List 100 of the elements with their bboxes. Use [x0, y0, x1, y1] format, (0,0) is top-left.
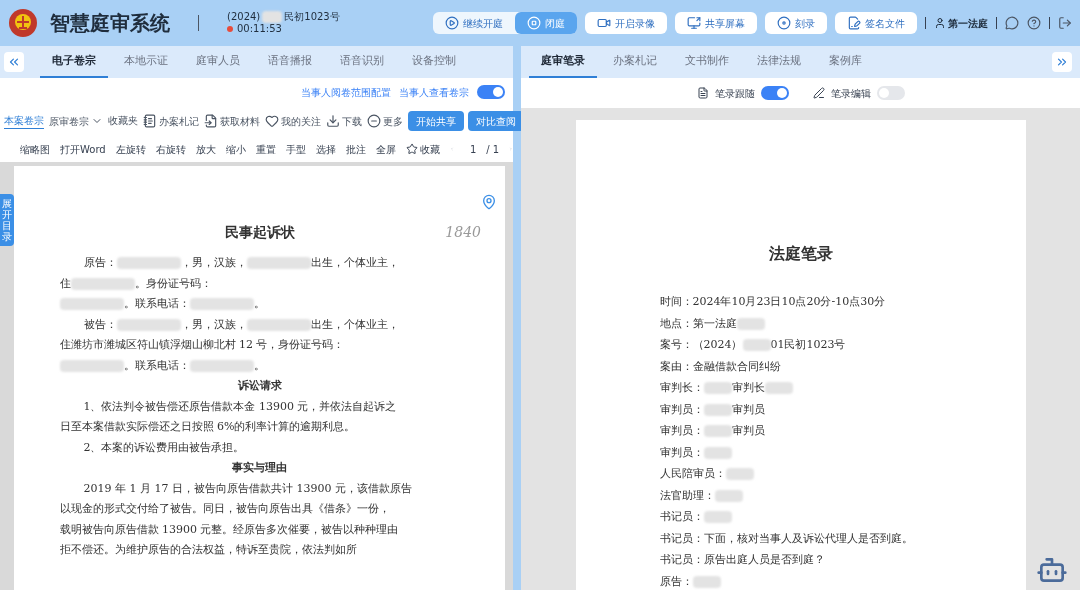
- record-text: 法官助理：: [659, 487, 715, 504]
- case-number-prefix: (2024): [227, 10, 261, 23]
- app-title: 智慧庭审系统: [50, 10, 170, 37]
- toolbar-button[interactable]: 开启录像: [585, 12, 667, 34]
- court-emblem-icon: [8, 8, 38, 38]
- document-text: 诉讼请求: [237, 378, 282, 394]
- record-toggle[interactable]: [760, 86, 789, 100]
- viewer-tool[interactable]: 左旋转: [115, 141, 146, 157]
- record-text: 审判长: [731, 380, 765, 396]
- tab[interactable]: 文书制作: [673, 46, 741, 78]
- document-text: 日至本案借款实际偿还之日按照 6%的利率计算的逾期利息。: [59, 419, 356, 435]
- screen-share-icon: [687, 16, 701, 30]
- court-room-button[interactable]: 第一法庭: [934, 15, 988, 31]
- viewer-tool[interactable]: 右旋转: [155, 141, 186, 157]
- config-link[interactable]: 当事人阅卷范围配置: [301, 84, 391, 100]
- viewer-tool[interactable]: 缩小: [225, 141, 246, 157]
- play-icon: [445, 16, 459, 30]
- toggle-label: 当事人查看卷宗: [399, 85, 469, 100]
- viewer-tool[interactable]: 打开Word: [60, 141, 106, 157]
- viewer-tool[interactable]: 收藏: [405, 141, 440, 157]
- toolbar-action[interactable]: 获取材料: [204, 113, 260, 129]
- viewer-tool[interactable]: 缩略图: [20, 141, 50, 157]
- chat-icon[interactable]: [1005, 16, 1019, 30]
- tab[interactable]: 语音识别: [328, 46, 396, 78]
- tab[interactable]: 电子卷宗: [40, 46, 108, 78]
- logout-icon[interactable]: [1058, 16, 1072, 30]
- redacted-text: [189, 298, 254, 311]
- download-icon: [326, 114, 340, 128]
- viewer-tool[interactable]: 手型: [285, 141, 306, 157]
- redacted-text: [703, 446, 732, 459]
- redacted-text: [59, 298, 124, 311]
- record-text: 案由：金融借款合同纠纷: [659, 358, 781, 375]
- toggle-label: 笔录跟随: [714, 86, 755, 101]
- view-toggle[interactable]: [477, 85, 505, 99]
- disc-icon: [777, 16, 791, 30]
- toolbar-action[interactable]: 下载: [326, 113, 362, 129]
- redacted-text: [703, 511, 732, 524]
- viewer-tool[interactable]: 全屏: [375, 141, 396, 157]
- user-icon: [934, 17, 946, 29]
- record-text: 时间：2024年10月23日10点20分-10点30分: [659, 294, 886, 310]
- redacted-text: [59, 359, 124, 372]
- redacted-text: [703, 382, 732, 395]
- document-text: 2、本案的诉讼费用由被告承担。: [83, 439, 245, 456]
- record-title: 法庭笔录: [768, 243, 833, 265]
- redacted-text: [246, 257, 311, 270]
- session-timer: 00:11:53: [237, 23, 282, 36]
- tab[interactable]: 案例库: [817, 46, 874, 78]
- expand-button[interactable]: [1052, 52, 1072, 72]
- handwritten-note: 1840: [445, 223, 481, 242]
- location-pin-icon[interactable]: [481, 194, 497, 210]
- toolbar-action[interactable]: 我的关注: [265, 113, 321, 129]
- redacted-text: [703, 403, 732, 416]
- signature-icon: [847, 16, 861, 30]
- document-text: 。联系电话：: [123, 357, 190, 374]
- help-icon[interactable]: [1027, 16, 1041, 30]
- record-text: 地点：第一法庭: [659, 315, 737, 332]
- toolbar-action[interactable]: 办案札记: [143, 113, 199, 129]
- toolbar-button[interactable]: 共享屏幕: [675, 12, 757, 34]
- page-input[interactable]: 1: [463, 141, 477, 157]
- tab[interactable]: 语音播报: [256, 46, 324, 78]
- tab[interactable]: 庭审笔录: [529, 46, 597, 78]
- document-text: 。联系电话：: [123, 296, 190, 312]
- file-dropdown[interactable]: 原审卷宗: [49, 113, 103, 129]
- document-icon: [696, 87, 709, 99]
- file-tab[interactable]: 本案卷宗: [4, 113, 44, 129]
- toolbar-action[interactable]: 更多: [367, 113, 403, 129]
- document-text: 载明被告向原告借款 13900 元整。经原告多次催要，被告以种种理由: [59, 521, 399, 538]
- pen-icon: [812, 87, 825, 99]
- document-title: 民事起诉状: [224, 223, 295, 242]
- viewer-tool[interactable]: 批注: [345, 141, 366, 157]
- heart-icon: [265, 114, 279, 128]
- document-text: 出生，个体业主，: [310, 316, 399, 333]
- viewer-tool[interactable]: 选择: [315, 141, 336, 157]
- record-toggle[interactable]: [876, 86, 905, 100]
- file-icon: [204, 114, 218, 128]
- double-chevron-right-icon: [1055, 55, 1069, 69]
- session-control[interactable]: 继续开庭: [433, 12, 515, 34]
- toolbar-button[interactable]: 刻录: [765, 12, 827, 34]
- record-text: 书记员：下面，核对当事人及诉讼代理人是否到庭。: [659, 530, 913, 547]
- record-text: 审判员: [731, 423, 765, 439]
- tab[interactable]: 本地示证: [112, 46, 180, 78]
- file-tab[interactable]: 收藏夹: [108, 113, 138, 129]
- document-text: 2019 年 1 月 17 日，被告向原告借款共计 13900 元，该借款原告: [83, 480, 412, 497]
- document-text: 住潍坊市潍城区符山镇浮烟山柳北村 12 号，身份证号码：: [59, 337, 345, 353]
- document-text: 1、依法判令被告偿还原告借款本金 13900 元，并依法自起诉之: [83, 398, 397, 415]
- redacted-text: [764, 382, 793, 395]
- collapse-button[interactable]: [4, 52, 24, 72]
- viewer-tool[interactable]: 重置: [255, 141, 276, 157]
- page-total: / 1: [486, 142, 500, 157]
- redacted-text: [714, 489, 743, 502]
- redacted-text: [736, 317, 765, 330]
- record-text: 01民初1023号: [770, 337, 846, 353]
- viewer-tool[interactable]: 放大: [195, 141, 216, 157]
- tab[interactable]: 法律法规: [745, 46, 813, 78]
- toolbar-button[interactable]: 签名文件: [835, 12, 917, 34]
- document-text: 出生，个体业主，: [310, 255, 399, 271]
- tab[interactable]: 庭审人员: [184, 46, 252, 78]
- tab[interactable]: 办案札记: [601, 46, 669, 78]
- redacted-text: [703, 425, 732, 438]
- tab[interactable]: 设备控制: [400, 46, 468, 78]
